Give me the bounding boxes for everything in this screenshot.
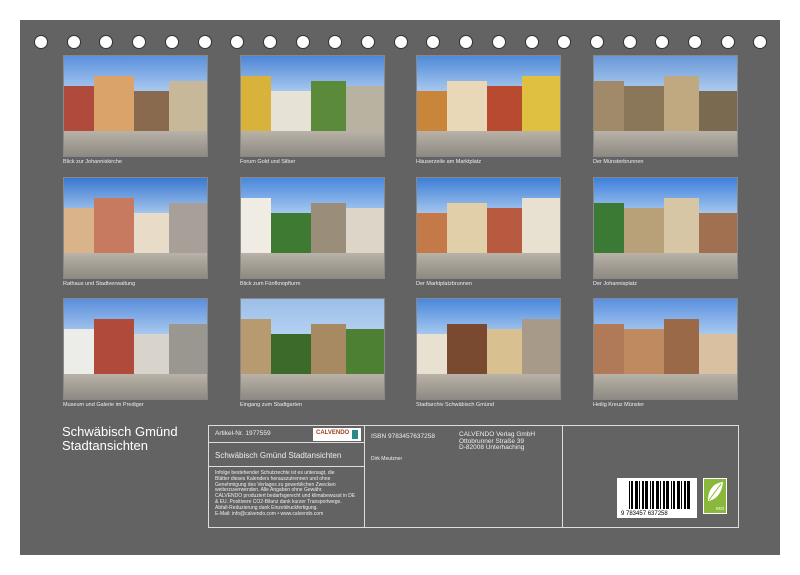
calendar-photo: [416, 298, 561, 400]
binding-hole: [67, 35, 81, 49]
binding-hole: [492, 35, 506, 49]
legal-notice: Infolge bestehender Schutzrechte ist es …: [215, 471, 355, 517]
photo-caption: Rathaus und Stadtverwaltung: [63, 281, 135, 287]
calendar-photo: [63, 55, 208, 157]
photo-caption: Museum und Galerie im Prediger: [63, 402, 144, 408]
article-number: Artikel-Nr. 1977559: [215, 430, 271, 437]
photo-caption: Häuserzeile am Marktplatz: [416, 159, 481, 165]
binding-hole: [459, 35, 473, 49]
title-line-2: Stadtansichten: [62, 439, 178, 453]
binding-hole: [165, 35, 179, 49]
calendar-photo: [416, 55, 561, 157]
eco-label: eco: [716, 506, 724, 512]
isbn: ISBN 9783457637258: [371, 433, 435, 440]
eco-leaf-icon: eco: [703, 478, 727, 514]
binding-hole: [721, 35, 735, 49]
cover-title: Schwäbisch Gmünd Stadtansichten: [62, 425, 178, 453]
binding-hole: [132, 35, 146, 49]
photo-caption: Blick zur Johanniskirche: [63, 159, 122, 165]
calendar-photo: [240, 298, 385, 400]
title-line-1: Schwäbisch Gmünd: [62, 425, 178, 439]
calendar-photo: [593, 55, 738, 157]
calendar-photo: [416, 177, 561, 279]
author: Dirk Meutzner: [371, 456, 402, 462]
photo-caption: Der Münsterbrunnen: [593, 159, 643, 165]
info-box-middle: ISBN 9783457637258 Dirk Meutzner CALVEND…: [364, 425, 563, 528]
address-line: D-82008 Unterhaching: [459, 445, 535, 452]
binding-hole: [525, 35, 539, 49]
photo-caption: Blick zum Fünfknopfturm: [240, 281, 301, 287]
photo-caption: Der Marktplatzbrunnen: [416, 281, 472, 287]
photo-caption: Der Johannisplatz: [593, 281, 637, 287]
publisher-address: CALVENDO Verlag GmbH Ottobrunner Straße …: [459, 432, 535, 452]
photo-caption: Eingang zum Stadtgarten: [240, 402, 302, 408]
binding-hole: [296, 35, 310, 49]
binding-hole: [198, 35, 212, 49]
calendar-photo: [240, 55, 385, 157]
barcode: 9 783457 637258: [617, 478, 697, 518]
calendar-photo: [593, 177, 738, 279]
calendar-photo: [593, 298, 738, 400]
photo-caption: Stadtarchiv Schwäbisch Gmünd: [416, 402, 494, 408]
binding-hole: [34, 35, 48, 49]
binding-hole: [361, 35, 375, 49]
calendar-photo: [63, 177, 208, 279]
calendar-photo: [240, 177, 385, 279]
photo-caption: Heilig Kreuz Münster: [593, 402, 644, 408]
info-box-right: 9 783457 637258 eco: [562, 425, 739, 528]
legal-line: E-Mail: info@calvendo.com • www.calvendo…: [215, 512, 355, 518]
binding-hole: [623, 35, 637, 49]
calendar-photo: [63, 298, 208, 400]
calvendo-logo: CALVENDO: [313, 428, 361, 441]
binding-hole: [394, 35, 408, 49]
binding-hole: [688, 35, 702, 49]
photo-caption: Forum Gold und Silber: [240, 159, 295, 165]
binding-hole: [263, 35, 277, 49]
barcode-digits: 9 783457 637258: [621, 511, 668, 517]
binding-hole: [590, 35, 604, 49]
info-box-left: Artikel-Nr. 1977559 CALVENDO Schwäbisch …: [208, 425, 365, 528]
product-title: Schwäbisch Gmünd Stadtansichten: [215, 451, 341, 460]
